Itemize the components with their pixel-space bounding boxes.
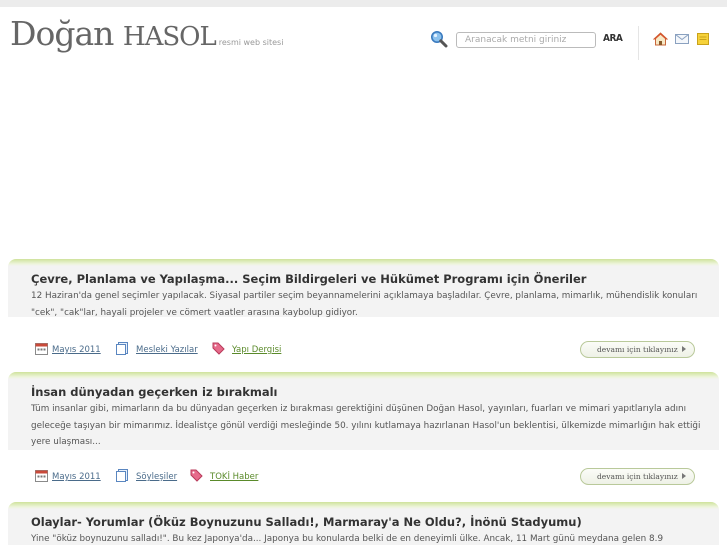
article-content: Olaylar- Yorumlar (Öküz Boynuzunu Sallad… [8,502,719,545]
article-item: İnsan dünyadan geçerken iz bırakmalı Tüm… [8,372,719,490]
document-icon [116,469,128,482]
article-category-link[interactable]: Söyleşiler [136,472,177,482]
article-title[interactable]: Olaylar- Yorumlar (Öküz Boynuzunu Sallad… [31,514,705,530]
read-more-button[interactable]: devamı için tıklayınız [580,468,695,485]
article-content: Çevre, Planlama ve Yapılaşma... Seçim Bi… [8,259,719,318]
article-tag-link[interactable]: TOKİ Haber [210,472,258,482]
article-title[interactable]: Çevre, Planlama ve Yapılaşma... Seçim Bi… [31,271,705,287]
header-divider [638,26,639,60]
article-content: İnsan dünyadan geçerken iz bırakmalı Tüm… [8,372,719,450]
note-icon[interactable] [697,33,709,45]
tag-icon [212,342,225,355]
top-strip [0,0,727,7]
logo-subtitle: resmi web sitesi [218,38,284,47]
document-icon [116,342,128,355]
search-input[interactable] [456,32,596,48]
article-category-link[interactable]: Mesleki Yazılar [136,345,198,355]
search-button[interactable]: ARA [603,33,623,44]
home-icon[interactable] [653,32,668,46]
article-item: Olaylar- Yorumlar (Öküz Boynuzunu Sallad… [8,502,719,545]
article-summary: Tüm insanlar gibi, mimarların da bu düny… [31,404,701,447]
article-summary: 12 Haziran'da genel seçimler yapılacak. … [31,291,698,318]
chevron-right-icon [682,473,686,479]
article-title[interactable]: İnsan dünyadan geçerken iz bırakmalı [31,384,705,400]
article-date-link[interactable]: Mayıs 2011 [52,472,101,482]
article-meta: Mayıs 2011 Söyleşiler TOKİ Haber devamı … [8,466,719,490]
logo-text: Doğan Hasol [10,14,217,53]
calendar-icon [35,343,48,355]
calendar-icon [35,470,48,482]
article-tag-link[interactable]: Yapı Dergisi [232,345,281,355]
article-date-link[interactable]: Mayıs 2011 [52,345,101,355]
tag-icon [190,469,203,482]
read-more-button[interactable]: devamı için tıklayınız [580,341,695,358]
site-logo[interactable]: Doğan Hasol resmi web sitesi [10,14,283,58]
article-summary: Yine "öküz boynuzunu salladı!". Bu kez J… [31,534,664,544]
search-icon[interactable] [430,30,448,48]
mail-icon[interactable] [675,34,689,44]
article-meta: Mayıs 2011 Mesleki Yazılar Yapı Dergisi … [8,339,719,363]
article-item: Çevre, Planlama ve Yapılaşma... Seçim Bi… [8,259,719,363]
chevron-right-icon [682,346,686,352]
